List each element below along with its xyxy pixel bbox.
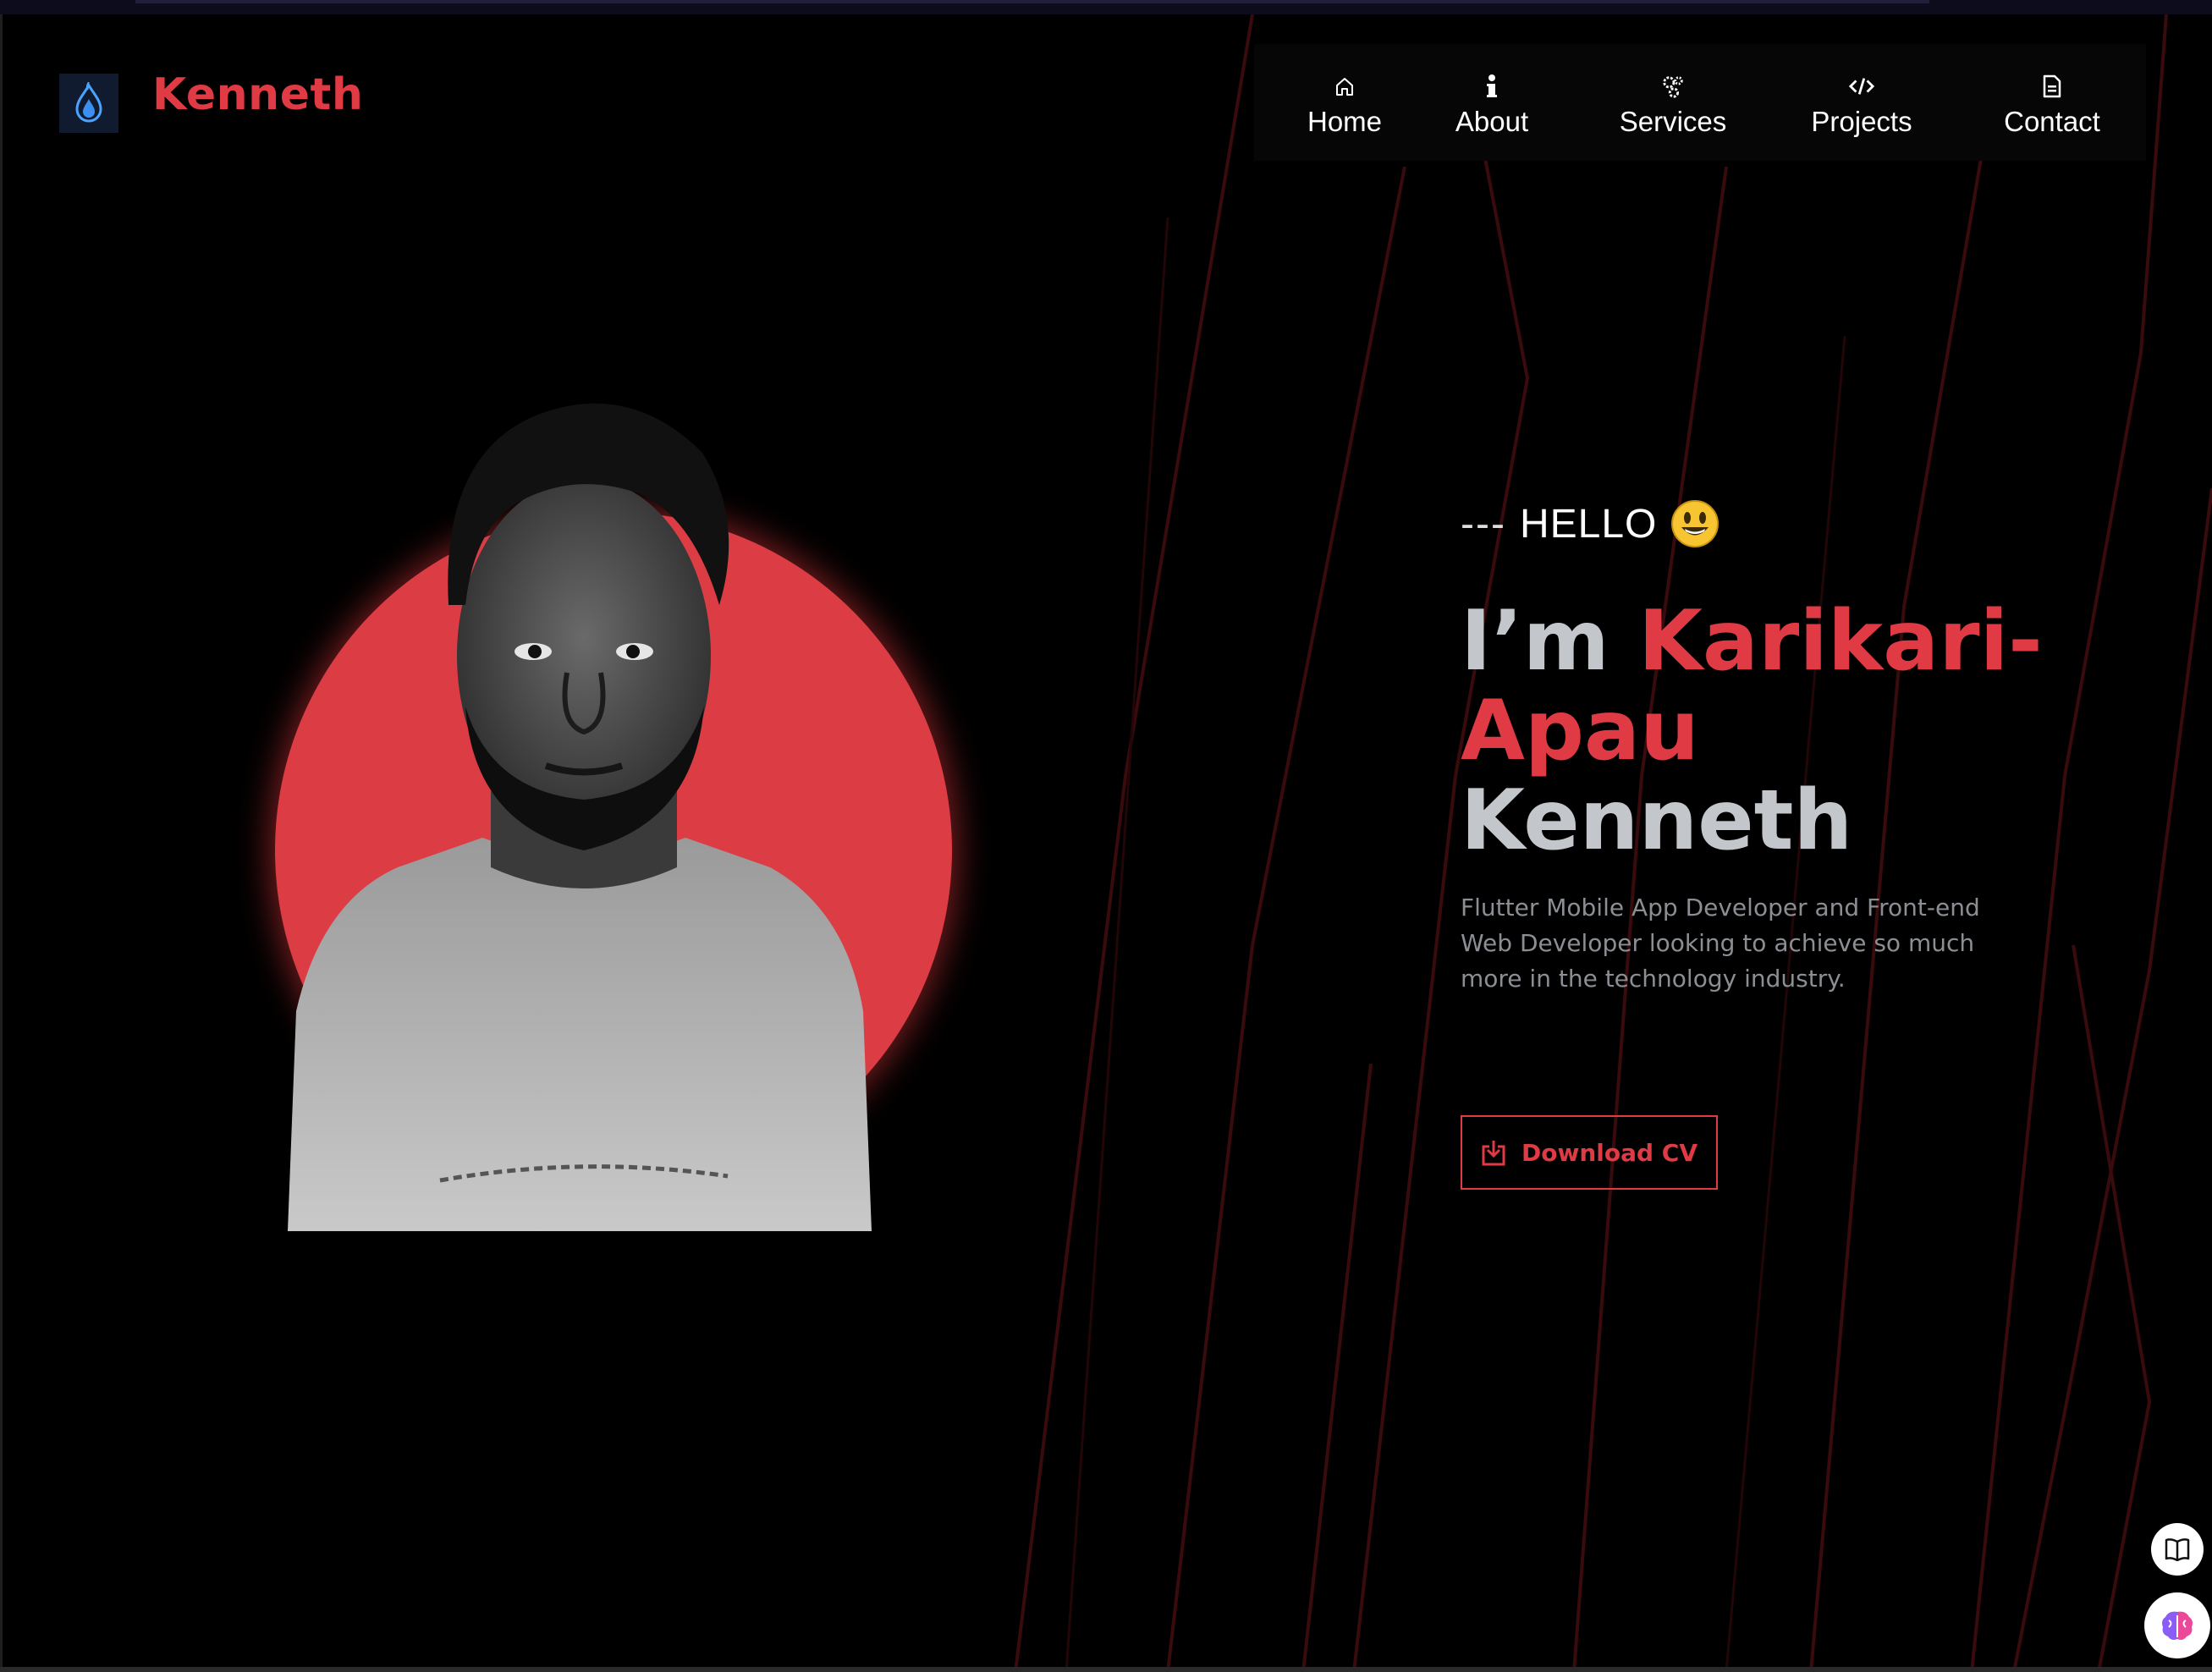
assistant-button[interactable] — [2144, 1592, 2210, 1658]
greeting-text: HELLO — [1519, 501, 1658, 547]
download-icon — [1482, 1141, 1505, 1166]
document-icon — [2039, 74, 2065, 99]
hero-description: Flutter Mobile App Developer and Front-e… — [1461, 894, 1980, 993]
brain-icon — [2162, 1611, 2193, 1640]
nav-item-services[interactable]: Services — [1609, 44, 1736, 161]
headline-name-2: Apau — [1461, 683, 1699, 779]
download-cv-label: Download CV — [1521, 1138, 1698, 1167]
smiley-icon — [1671, 500, 1720, 547]
nav-label-home: Home — [1307, 106, 1383, 137]
nav-item-home[interactable]: Home — [1298, 44, 1391, 161]
nav-label-contact: Contact — [2004, 106, 2100, 137]
nav-item-contact[interactable]: Contact — [1990, 44, 2114, 161]
brand-name[interactable]: Kenneth — [152, 69, 363, 120]
gears-icon — [1660, 74, 1686, 99]
headline-name-1: Karikari- — [1637, 593, 2043, 690]
headline-name-3: Kenneth — [1461, 773, 1853, 869]
book-icon — [2165, 1538, 2190, 1561]
nav-label-services: Services — [1619, 106, 1727, 137]
home-icon — [1332, 74, 1357, 99]
browser-top-bar — [0, 0, 2212, 14]
flame-drop-icon — [75, 82, 102, 123]
profile-photo — [288, 403, 872, 1231]
logo[interactable] — [59, 74, 118, 133]
nav-label-about: About — [1455, 106, 1529, 137]
info-icon — [1479, 74, 1505, 99]
code-icon — [1849, 74, 1874, 99]
reader-button[interactable] — [2151, 1523, 2204, 1576]
nav-label-projects: Projects — [1811, 106, 1912, 137]
headline-prefix: I’m — [1461, 593, 1609, 690]
top-highlight — [135, 0, 1929, 3]
nav-item-about[interactable]: About — [1445, 44, 1538, 161]
greeting-dashes: --- — [1461, 501, 1506, 547]
download-cv-button[interactable]: Download CV — [1461, 1115, 1718, 1190]
nav-item-projects[interactable]: Projects — [1802, 44, 1921, 161]
hero-headline: I’m Karikari- Apau Kenneth — [1461, 597, 2087, 866]
greeting: --- HELLO — [1461, 499, 1720, 548]
frame-edge — [0, 14, 3, 1672]
main-nav: Home About Services Projects Contact — [1254, 44, 2146, 161]
bottom-edge — [0, 1667, 2212, 1672]
